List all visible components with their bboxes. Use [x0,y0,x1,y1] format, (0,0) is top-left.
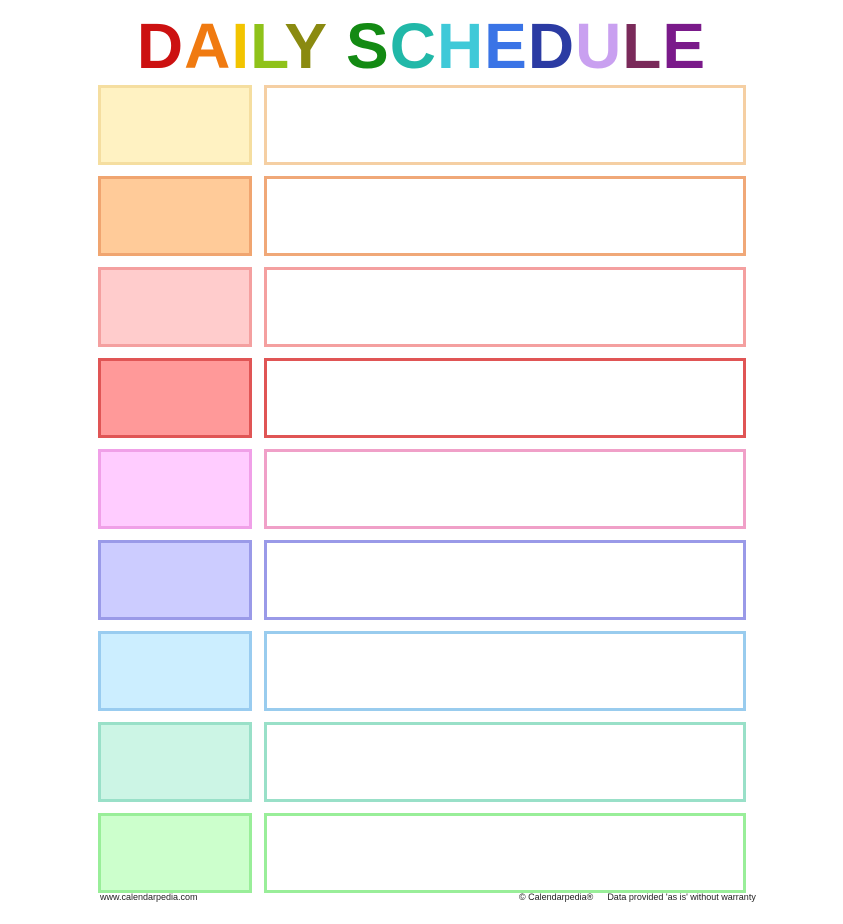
task-entry-box[interactable] [264,631,746,711]
title-letter: A [184,10,232,82]
footer-website: www.calendarpedia.com [100,892,198,902]
schedule-row [98,267,746,347]
task-entry-box[interactable] [264,813,746,893]
time-slot-box[interactable] [98,540,252,620]
schedule-row [98,631,746,711]
title-letter: Y [284,10,329,82]
task-entry-box[interactable] [264,85,746,165]
footer-disclaimer: Data provided 'as is' without warranty [607,892,756,902]
time-slot-box[interactable] [98,449,252,529]
page-title: DAILY SCHEDULE [0,8,843,84]
time-slot-box[interactable] [98,631,252,711]
schedule-row [98,813,746,893]
time-slot-box[interactable] [98,176,252,256]
title-letter: S [346,10,390,82]
title-letter: E [484,10,528,82]
schedule-row [98,540,746,620]
time-slot-box[interactable] [98,813,252,893]
title-letter: L [622,10,663,82]
title-letter: U [575,10,623,82]
schedule-rows [98,85,746,904]
time-slot-box[interactable] [98,358,252,438]
footer-credits: © Calendarpedia® Data provided 'as is' wi… [519,892,756,902]
title-letter: H [436,10,485,82]
schedule-row [98,358,746,438]
schedule-row [98,722,746,802]
task-entry-box[interactable] [264,449,746,529]
title-letter: L [250,10,285,82]
title-letter: D [527,10,576,82]
time-slot-box[interactable] [98,267,252,347]
schedule-row [98,449,746,529]
footer-copyright: © Calendarpedia® [519,892,594,902]
time-slot-box[interactable] [98,85,252,165]
task-entry-box[interactable] [264,358,746,438]
schedule-row [98,85,746,165]
title-letter: E [662,10,707,82]
task-entry-box[interactable] [264,540,746,620]
title-letter: D [136,10,185,82]
task-entry-box[interactable] [264,722,746,802]
time-slot-box[interactable] [98,722,252,802]
task-entry-box[interactable] [264,267,746,347]
schedule-row [98,176,746,256]
title-letter: I [231,10,251,82]
task-entry-box[interactable] [264,176,746,256]
title-letter: C [389,10,437,82]
